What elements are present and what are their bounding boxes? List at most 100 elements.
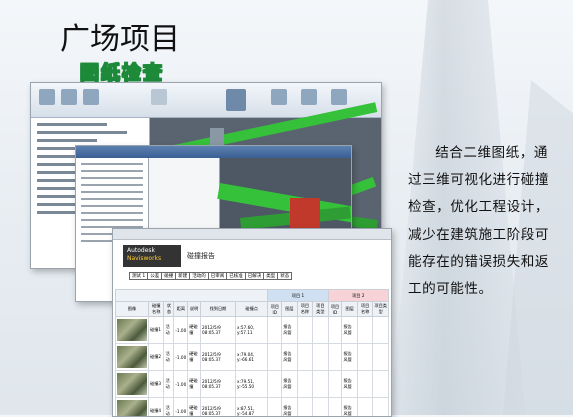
cell-layer: 报告风管 <box>282 344 297 371</box>
summary-cell: 已核准 <box>227 273 246 280</box>
datatools-icon <box>331 89 347 105</box>
cell-point: x:57.60, y:57.11 <box>236 317 268 344</box>
empty-cell <box>357 317 372 344</box>
empty-cell <box>357 344 372 371</box>
cell-name: 碰撞4 <box>149 398 164 417</box>
table-row: 碰撞4活动-1.00硬碰撞2012/5/9 08:05.37x:87.51, y… <box>116 398 389 417</box>
cell-distance: -1.00 <box>174 344 188 371</box>
cell-date: 2012/5/9 08:05.37 <box>200 344 235 371</box>
empty-cell <box>268 371 282 398</box>
empty-cell <box>313 317 328 344</box>
empty-cell <box>328 344 342 371</box>
table-row: 碰撞3活动-1.00硬碰撞2012/5/9 08:05.37x:79.51, y… <box>116 371 389 398</box>
empty-cell <box>268 398 282 417</box>
summary-cell: 状态 <box>278 273 292 280</box>
report-summary-table: 测试 1公差碰撞新建活动的已审阅已核准已解决类型状态 <box>129 272 292 280</box>
cell-desc: 硬碰撞 <box>188 317 201 344</box>
empty-cell <box>357 398 372 417</box>
cell-status: 活动 <box>164 317 174 344</box>
clash-thumbnail <box>117 346 147 368</box>
column-header: 项目名称 <box>297 302 312 317</box>
cell-desc: 硬碰撞 <box>188 344 201 371</box>
image-cell <box>116 344 149 371</box>
cell-name: 碰撞2 <box>149 344 164 371</box>
slide-subtitle: 图纸检查 <box>80 58 164 85</box>
image-cell <box>116 398 149 417</box>
cell-name: 碰撞3 <box>149 371 164 398</box>
cell-status: 活动 <box>164 398 174 417</box>
cell-status: 活动 <box>164 344 174 371</box>
column-header: 项目类型 <box>373 302 389 317</box>
empty-cell <box>373 317 389 344</box>
clash-report-table: 项目 1 项目 2 图像碰撞名称状态距离说明找到日期碰撞点项目 ID图层项目名称… <box>115 289 389 417</box>
cell-date: 2012/5/9 08:05.37 <box>200 317 235 344</box>
empty-cell <box>313 371 328 398</box>
empty-cell <box>297 371 312 398</box>
cell-layer: 报告风管 <box>282 371 297 398</box>
empty-cell <box>328 317 342 344</box>
cell-layer: 报告风管 <box>342 344 357 371</box>
report-heading: 碰撞报告 <box>187 251 215 261</box>
column-header: 碰撞名称 <box>149 302 164 317</box>
summary-cell: 活动的 <box>190 273 209 280</box>
browser-toolbar <box>113 229 391 240</box>
navisworks-logo: Autodesk Navisworks <box>123 245 181 267</box>
column-header: 距离 <box>174 302 188 317</box>
image-cell <box>116 371 149 398</box>
slide-description: 结合二维图纸，通过三维可视化进行碰撞检查，优化工程设计，减少在建筑施工阶段可能存… <box>408 140 558 303</box>
cell-date: 2012/5/9 08:05.37 <box>200 398 235 417</box>
empty-cell <box>328 398 342 417</box>
cell-desc: 硬碰撞 <box>188 371 201 398</box>
cell-point: x:79.51, y:-55.50 <box>236 371 268 398</box>
cell-name: 碰撞1 <box>149 317 164 344</box>
timeliner-icon <box>271 89 287 105</box>
column-header: 项目名称 <box>357 302 372 317</box>
group-header-item2: 项目 2 <box>328 290 388 302</box>
empty-cell <box>313 398 328 417</box>
table-row: 碰撞1活动-1.00硬碰撞2012/5/9 08:05.37x:57.60, y… <box>116 317 389 344</box>
empty-cell <box>373 344 389 371</box>
cell-layer: 报告风管 <box>342 371 357 398</box>
column-header: 项目 ID <box>328 302 342 317</box>
column-header: 碰撞点 <box>236 302 268 317</box>
empty-cell <box>297 317 312 344</box>
column-header: 图层 <box>342 302 357 317</box>
image-cell <box>116 317 149 344</box>
cell-layer: 报告风管 <box>342 317 357 344</box>
group-header-item1: 项目 1 <box>268 290 328 302</box>
select-icon <box>151 89 167 105</box>
column-header: 项目 ID <box>268 302 282 317</box>
cell-distance: -1.00 <box>174 371 188 398</box>
summary-cell: 已审阅 <box>208 273 227 280</box>
cell-distance: -1.00 <box>174 317 188 344</box>
clash-thumbnail <box>117 373 147 395</box>
empty-cell <box>268 317 282 344</box>
slide-title: 广场项目 <box>60 14 180 58</box>
append-icon <box>61 89 77 105</box>
clash-report-screenshot: Autodesk Navisworks 碰撞报告 测试 1公差碰撞新建活动的已审… <box>112 228 392 417</box>
empty-cell <box>313 344 328 371</box>
cell-status: 活动 <box>164 371 174 398</box>
cell-distance: -1.00 <box>174 398 188 417</box>
column-header: 项目类型 <box>313 302 328 317</box>
window-titlebar <box>76 146 351 158</box>
summary-cell: 已解决 <box>245 273 264 280</box>
cell-date: 2012/5/9 08:05.37 <box>200 371 235 398</box>
column-header: 图像 <box>116 302 149 317</box>
column-header: 图层 <box>282 302 297 317</box>
cell-point: x:87.51, y:-54.87 <box>236 398 268 417</box>
empty-cell <box>268 344 282 371</box>
cell-layer: 报告风管 <box>282 317 297 344</box>
cell-layer: 报告风管 <box>282 398 297 417</box>
app-menu-icon <box>39 89 55 105</box>
presenter-icon <box>301 89 317 105</box>
summary-cell: 类型 <box>264 273 278 280</box>
empty-cell <box>373 371 389 398</box>
table-row: 碰撞2活动-1.00硬碰撞2012/5/9 08:05.37x:79.04, y… <box>116 344 389 371</box>
summary-cell: 测试 1 <box>130 273 148 280</box>
empty-cell <box>297 344 312 371</box>
cell-layer: 报告风管 <box>342 398 357 417</box>
summary-cell: 新建 <box>176 273 190 280</box>
column-header: 状态 <box>164 302 174 317</box>
cell-point: x:79.04, y:-66.61 <box>236 344 268 371</box>
